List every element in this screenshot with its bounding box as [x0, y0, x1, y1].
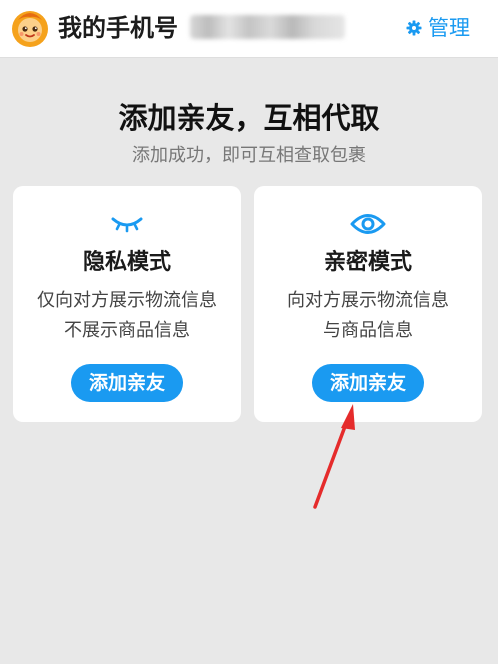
eye-icon — [350, 214, 386, 234]
privacy-mode-description: 仅向对方展示物流信息 不展示商品信息 — [13, 286, 241, 346]
intimate-mode-desc-line1: 向对方展示物流信息 — [287, 290, 449, 311]
headline: 添加亲友，互相代取 — [118, 101, 380, 135]
intimate-mode-card: 亲密模式 向对方展示物流信息 与商品信息 添加亲友 — [254, 186, 482, 422]
subheadline: 添加成功，即可互相查取包裹 — [132, 145, 366, 166]
privacy-mode-card: 隐私模式 仅向对方展示物流信息 不展示商品信息 添加亲友 — [13, 186, 241, 422]
redacted-phone-number — [190, 15, 345, 39]
top-bar: 我的手机号 管理 — [0, 0, 498, 58]
closed-eye-icon — [111, 217, 143, 233]
intimate-add-friend-button[interactable]: 添加亲友 — [312, 364, 424, 402]
privacy-add-friend-button[interactable]: 添加亲友 — [71, 364, 183, 402]
privacy-mode-desc-line2: 不展示商品信息 — [64, 320, 190, 341]
privacy-mode-title: 隐私模式 — [82, 250, 171, 275]
avatar[interactable] — [10, 8, 50, 48]
gear-icon — [406, 20, 422, 36]
manage-button[interactable]: 管理 — [406, 14, 470, 42]
intimate-mode-description: 向对方展示物流信息 与商品信息 — [254, 286, 482, 346]
page-title: 我的手机号 — [58, 14, 178, 42]
intimate-mode-title: 亲密模式 — [323, 250, 412, 275]
manage-label: 管理 — [428, 16, 470, 40]
intimate-mode-desc-line2: 与商品信息 — [323, 320, 413, 341]
privacy-mode-desc-line1: 仅向对方展示物流信息 — [37, 290, 217, 311]
